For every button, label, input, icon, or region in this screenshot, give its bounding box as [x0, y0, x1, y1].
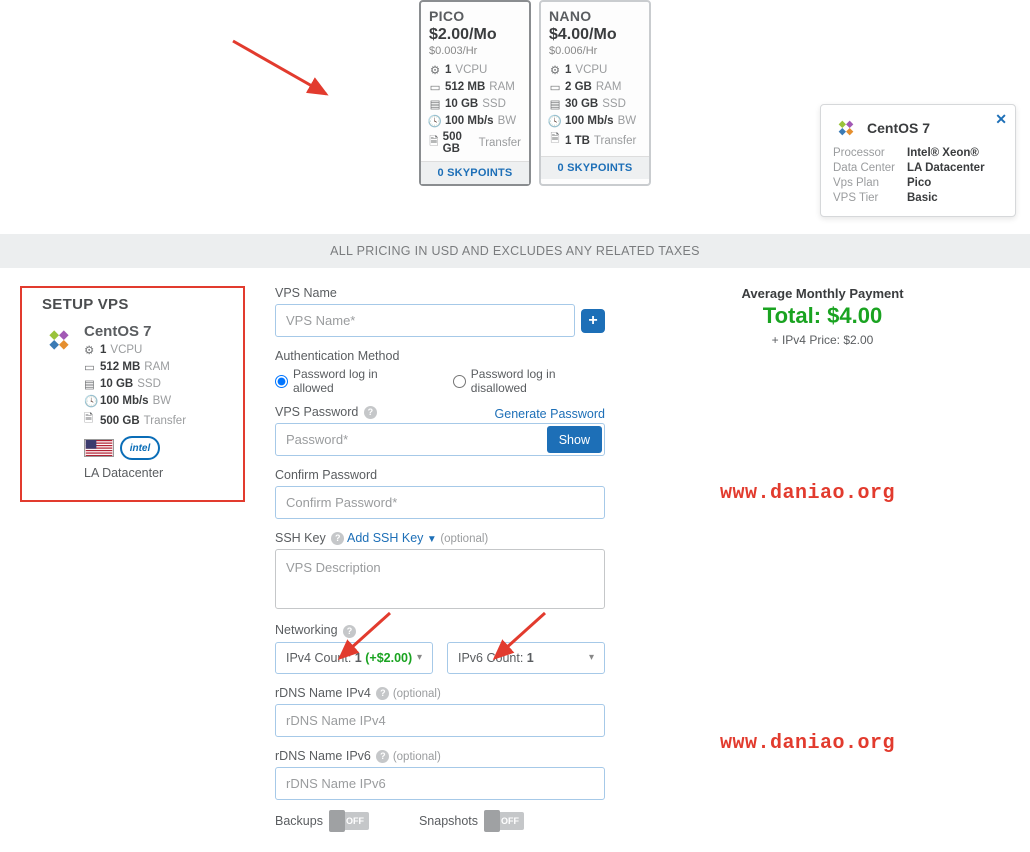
help-icon[interactable]: ? [376, 750, 389, 763]
plan-hourly: $0.003/Hr [429, 45, 521, 57]
os-name: CentOS 7 [84, 323, 186, 340]
ssd-icon: ▤ [549, 97, 561, 111]
rdns-ipv4-input[interactable] [275, 704, 605, 737]
ssh-label: SSH Key ? Add SSH Key ▼ (optional) [275, 531, 605, 545]
bw-icon: 🕓 [549, 114, 561, 128]
networking-label: Networking ? [275, 623, 605, 637]
pwd-label: VPS Password ? [275, 405, 377, 419]
show-password-button[interactable]: Show [547, 426, 602, 453]
watermark: www.daniao.org [720, 732, 895, 755]
backups-label: Backups [275, 814, 323, 828]
add-vps-button[interactable]: + [581, 309, 605, 333]
auth-label: Authentication Method [275, 349, 605, 363]
add-ssh-key-link[interactable]: Add SSH Key ▼ [347, 531, 437, 545]
bw-icon: 🕓 [429, 114, 441, 128]
vps-name-label: VPS Name [275, 286, 605, 300]
plan-name: NANO [549, 8, 641, 24]
vps-form: VPS Name + Authentication Method Passwor… [245, 286, 605, 830]
rdns4-label: rDNS Name IPv4 ? (optional) [275, 686, 605, 700]
transfer-icon: 🗎 [429, 134, 439, 153]
confirm-pwd-label: Confirm Password [275, 468, 605, 482]
plan-name: PICO [429, 8, 521, 24]
help-icon[interactable]: ? [364, 406, 377, 419]
close-icon[interactable]: ✕ [995, 111, 1007, 128]
popup-title: CentOS 7 [867, 120, 930, 136]
summary-panel: Average Monthly Payment Total: $4.00 + I… [605, 286, 1010, 347]
centos-icon [42, 323, 76, 357]
cpu-icon: ⚙ [84, 343, 96, 357]
generate-password-link[interactable]: Generate Password [495, 407, 605, 421]
plan-card-pico[interactable]: PICO $2.00/Mo $0.003/Hr ⚙1 VCPU ▭512 MB … [419, 0, 531, 186]
skypoints-badge: 0 SKYPOINTS [541, 156, 649, 179]
transfer-icon: 🗎 [549, 131, 561, 150]
plan-card-nano[interactable]: NANO $4.00/Mo $0.006/Hr ⚙1 VCPU ▭2 GB RA… [539, 0, 651, 186]
skypoints-badge: 0 SKYPOINTS [421, 161, 529, 184]
cpu-icon: ⚙ [549, 63, 561, 77]
plan-info-popup: ✕ CentOS 7 ProcessorIntel® Xeon® Data Ce… [820, 104, 1016, 217]
avg-payment-label: Average Monthly Payment [635, 286, 1010, 301]
confirm-password-input[interactable] [275, 486, 605, 519]
setup-panel: SETUP VPS CentOS 7 ⚙1 VCPU ▭512 MB RAM ▤… [20, 286, 245, 502]
bw-icon: 🕓 [84, 394, 96, 408]
ipv4-count-dropdown[interactable]: IPv4 Count: 1 (+$2.00)▾ [275, 642, 433, 674]
pricing-note: ALL PRICING IN USD AND EXCLUDES ANY RELA… [0, 234, 1030, 268]
auth-allowed-radio[interactable]: Password log in allowed [275, 367, 413, 395]
transfer-icon: 🗎 [84, 411, 96, 430]
vps-name-input[interactable] [275, 304, 575, 337]
rdns-ipv6-input[interactable] [275, 767, 605, 800]
vps-description-input[interactable]: VPS Description [275, 549, 605, 609]
ram-icon: ▭ [429, 80, 441, 94]
snapshots-label: Snapshots [419, 814, 478, 828]
ipv4-addon-price: + IPv4 Price: $2.00 [635, 333, 1010, 347]
ipv6-count-dropdown[interactable]: IPv6 Count: 1▾ [447, 642, 605, 674]
usa-flag-icon [84, 439, 114, 457]
chevron-down-icon: ▾ [417, 652, 422, 663]
datacenter-name: LA Datacenter [84, 466, 186, 480]
chevron-down-icon: ▾ [589, 652, 594, 663]
centos-icon [833, 115, 859, 141]
help-icon[interactable]: ? [376, 687, 389, 700]
help-icon[interactable]: ? [331, 532, 344, 545]
setup-title: SETUP VPS [42, 296, 231, 313]
backups-toggle[interactable]: OFF [329, 812, 369, 830]
snapshots-toggle[interactable]: OFF [484, 812, 524, 830]
intel-badge: intel [120, 436, 160, 460]
total-price: Total: $4.00 [635, 303, 1010, 329]
auth-disallowed-radio[interactable]: Password log in disallowed [453, 367, 605, 395]
plan-price: $4.00/Mo [549, 26, 641, 44]
ssd-icon: ▤ [429, 97, 441, 111]
help-icon[interactable]: ? [343, 625, 356, 638]
cpu-icon: ⚙ [429, 63, 441, 77]
ssd-icon: ▤ [84, 377, 96, 391]
ram-icon: ▭ [84, 360, 96, 374]
watermark: www.daniao.org [720, 482, 895, 505]
plan-hourly: $0.006/Hr [549, 45, 641, 57]
rdns6-label: rDNS Name IPv6 ? (optional) [275, 749, 605, 763]
ram-icon: ▭ [549, 80, 561, 94]
plan-price: $2.00/Mo [429, 26, 521, 44]
